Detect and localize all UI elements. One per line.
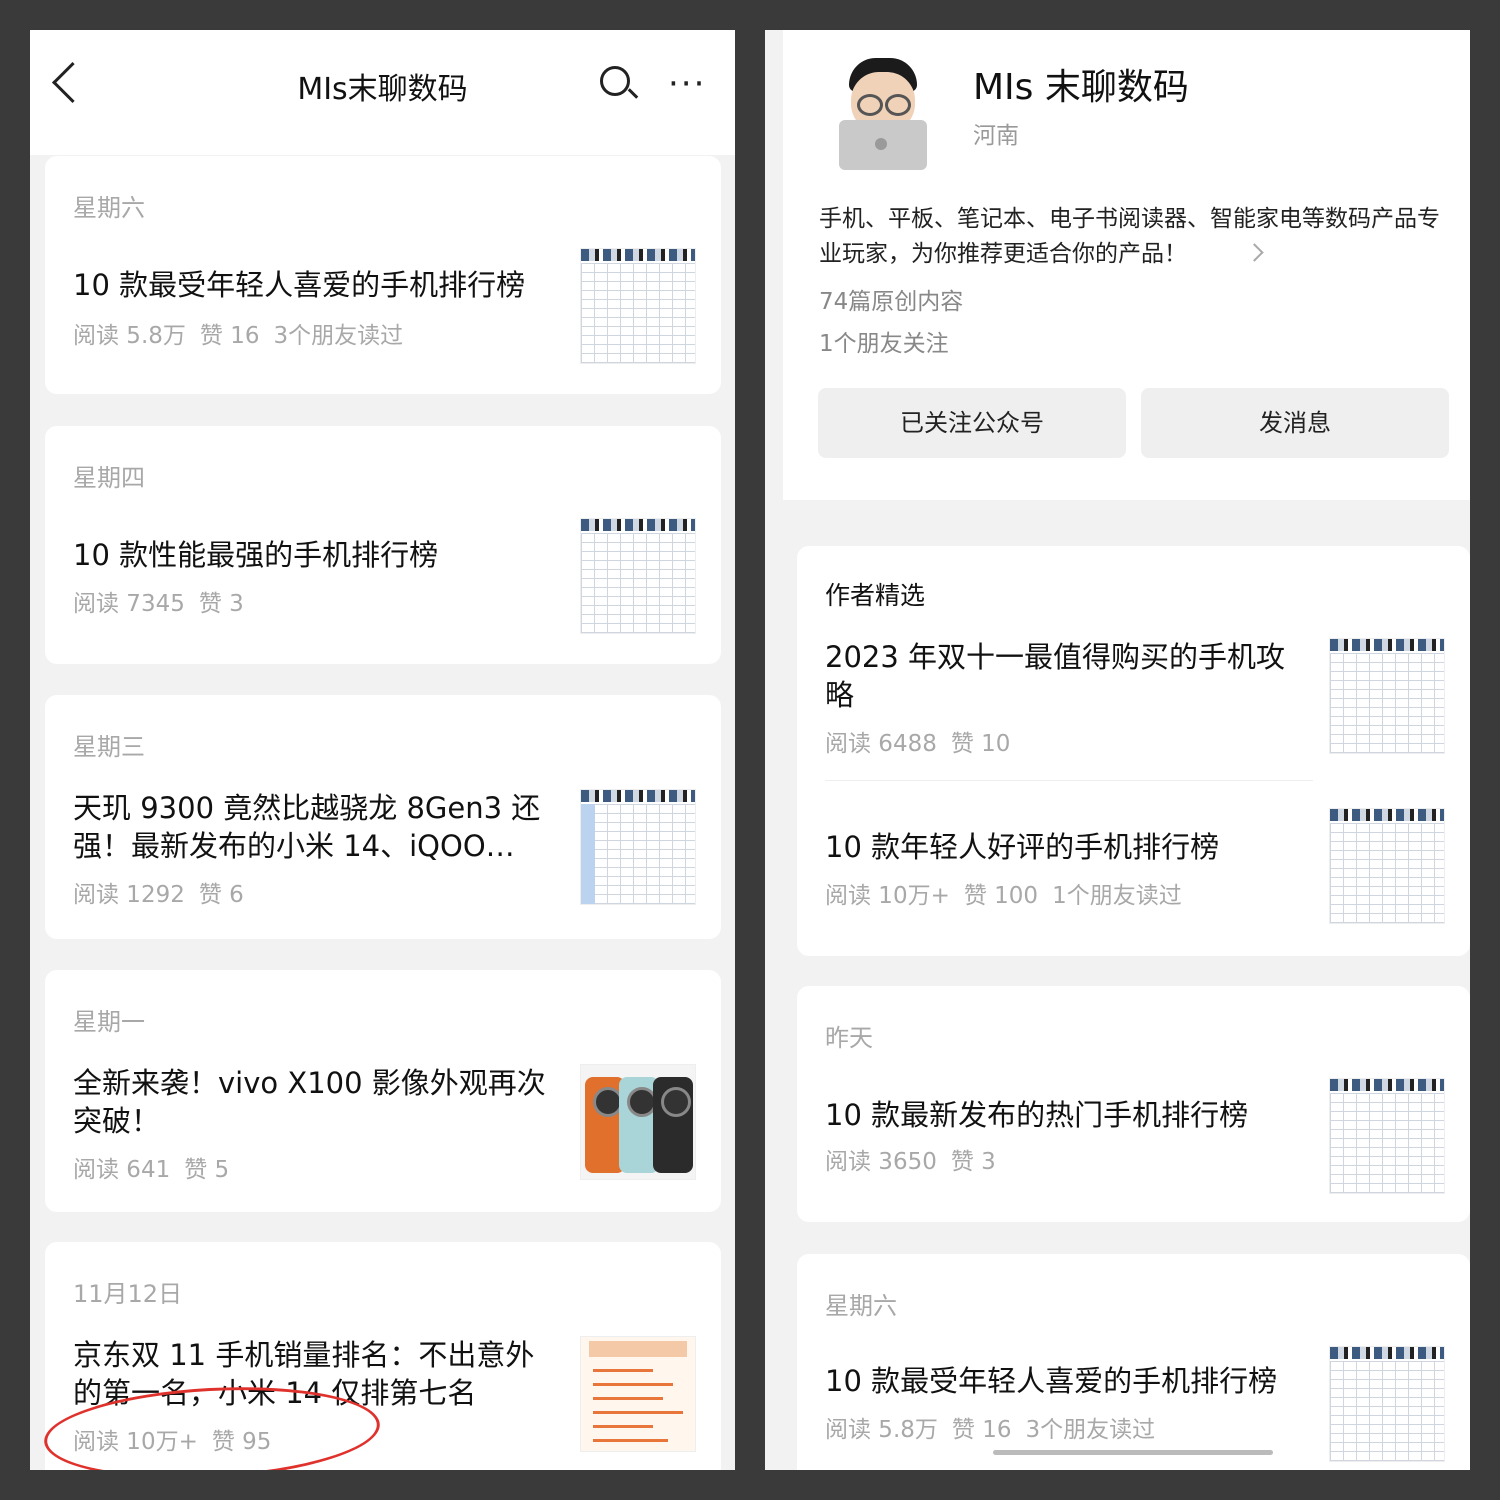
friends-read: 1个朋友读过 [1052,883,1182,909]
article-card[interactable]: 昨天 10 款最新发布的热门手机排行榜 阅读 3650 赞 3 [797,986,1470,1222]
article-date: 星期六 [825,1292,897,1320]
article-meta: 阅读 7345 赞 3 [73,584,258,618]
read-count: 阅读 641 [73,1157,171,1183]
article-meta: 阅读 5.8万赞 16 3个朋友读过 [73,316,417,350]
article-thumbnail[interactable] [580,1336,696,1452]
friends-read: 3个朋友读过 [1025,1417,1156,1443]
article-thumbnail[interactable] [1329,1078,1445,1194]
like-count: 赞 6 [198,882,244,908]
friends-read: 3个朋友读过 [273,323,404,349]
article-date: 星期三 [73,733,145,761]
article-title[interactable]: 全新来袭！vivo X100 影像外观再次突破！ [73,1064,563,1140]
article-date: 星期一 [73,1008,145,1036]
article-card[interactable]: 星期三 天玑 9300 竟然比越骁龙 8Gen3 还强！最新发布的小米 14、i… [45,695,721,939]
read-count: 阅读 7345 [73,591,185,617]
article-card[interactable]: 星期一 全新来袭！vivo X100 影像外观再次突破！ 阅读 641 赞 5 [45,970,721,1212]
read-count: 阅读 1292 [73,882,185,908]
like-count: 赞 16 [199,323,260,349]
top-nav-bar: MIs末聊数码 ··· [30,30,735,155]
article-date: 昨天 [825,1024,873,1052]
article-title[interactable]: 2023 年双十一最值得购买的手机攻略 [825,638,1305,714]
account-title: MIs末聊数码 [297,72,468,107]
article-meta: 阅读 641 赞 5 [73,1150,243,1184]
article-thumbnail[interactable] [580,789,696,905]
featured-section: 作者精选 2023 年双十一最值得购买的手机攻略 阅读 6488 赞 10 10 … [797,546,1470,956]
article-title[interactable]: 天玑 9300 竟然比越骁龙 8Gen3 还强！最新发布的小米 14、iQOO… [73,789,543,865]
article-title[interactable]: 10 款最新发布的热门手机排行榜 [825,1096,1305,1134]
article-date: 11月12日 [73,1280,183,1308]
article-meta: 阅读 10万+ 赞 100 1个朋友读过 [825,876,1196,910]
read-count: 阅读 10万+ [825,883,950,909]
article-card[interactable]: 星期四 10 款性能最强的手机排行榜 阅读 7345 赞 3 [45,426,721,664]
read-count: 阅读 5.8万 [825,1417,938,1443]
article-title[interactable]: 10 款最受年轻人喜爱的手机排行榜 [825,1362,1305,1400]
read-count: 阅读 3650 [825,1149,937,1175]
like-count: 赞 3 [198,591,244,617]
like-count: 赞 100 [963,883,1039,909]
avatar [833,58,933,170]
account-location: 河南 [973,123,1019,149]
divider [825,780,1313,781]
right-screen: MIs 末聊数码 河南 手机、平板、笔记本、电子书阅读器、智能家电等数码产品专业… [765,30,1470,1470]
article-date: 星期六 [73,194,145,222]
article-title[interactable]: 10 款最受年轻人喜爱的手机排行榜 [73,266,573,304]
article-thumbnail[interactable] [580,518,696,634]
search-icon[interactable] [600,66,630,96]
section-title: 作者精选 [825,581,926,610]
home-indicator [993,1450,1273,1455]
article-meta: 阅读 5.8万赞 16 3个朋友读过 [825,1410,1169,1444]
friends-follow[interactable]: 1个朋友关注 [819,324,949,358]
profile-header: MIs 末聊数码 河南 手机、平板、笔记本、电子书阅读器、智能家电等数码产品专业… [783,30,1470,500]
account-description[interactable]: 手机、平板、笔记本、电子书阅读器、智能家电等数码产品专业玩家，为你推荐更适合你的… [819,202,1459,272]
article-thumbnail[interactable] [1329,1346,1445,1462]
article-date: 星期四 [73,464,145,492]
article-title[interactable]: 10 款年轻人好评的手机排行榜 [825,828,1305,866]
article-thumbnail[interactable] [1329,808,1445,924]
apple-logo-icon [875,138,887,150]
article-card[interactable]: 星期六 10 款最受年轻人喜爱的手机排行榜 阅读 5.8万赞 16 3个朋友读过 [797,1254,1470,1470]
original-count[interactable]: 74篇原创内容 [819,282,963,316]
account-name: MIs 末聊数码 [973,67,1189,108]
like-count: 赞 16 [951,1417,1012,1443]
article-card[interactable]: 星期六 10 款最受年轻人喜爱的手机排行榜 阅读 5.8万赞 16 3个朋友读过 [45,156,721,394]
article-meta: 阅读 6488 赞 10 [825,724,1024,758]
article-meta: 阅读 1292 赞 6 [73,875,258,909]
article-meta: 阅读 3650 赞 3 [825,1142,1010,1176]
left-screen: MIs末聊数码 ··· 星期六 10 款最受年轻人喜爱的手机排行榜 阅读 5.8… [30,30,735,1470]
follow-button[interactable]: 已关注公众号 [818,388,1126,458]
read-count: 阅读 6488 [825,731,937,757]
read-count: 阅读 5.8万 [73,323,186,349]
more-icon[interactable]: ··· [668,64,706,104]
message-button[interactable]: 发消息 [1141,388,1449,458]
article-thumbnail[interactable] [1329,638,1445,754]
like-count: 赞 3 [950,1149,996,1175]
article-title[interactable]: 10 款性能最强的手机排行榜 [73,536,573,574]
like-count: 赞 5 [184,1157,230,1183]
article-thumbnail[interactable] [580,1064,696,1180]
article-thumbnail[interactable] [580,248,696,364]
like-count: 赞 10 [950,731,1011,757]
